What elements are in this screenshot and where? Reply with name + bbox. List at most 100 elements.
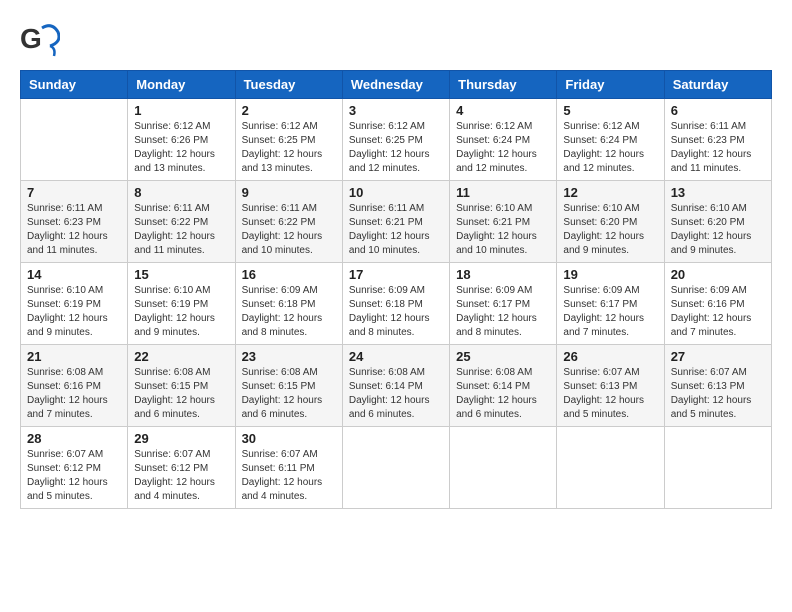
- day-info: Sunrise: 6:11 AM Sunset: 6:22 PM Dayligh…: [242, 202, 336, 258]
- page-header: G: [20, 20, 772, 60]
- calendar-day-cell: 20 Sunrise: 6:09 AM Sunset: 6:16 PM Dayli…: [664, 263, 771, 345]
- empty-cell: [450, 427, 557, 509]
- day-number: 6: [671, 103, 765, 118]
- calendar-day-cell: 3 Sunrise: 6:12 AM Sunset: 6:25 PM Daylig…: [342, 99, 449, 181]
- day-number: 30: [242, 431, 336, 446]
- svg-text:G: G: [20, 23, 42, 54]
- calendar-day-cell: 15 Sunrise: 6:10 AM Sunset: 6:19 PM Dayli…: [128, 263, 235, 345]
- day-number: 1: [134, 103, 228, 118]
- day-info: Sunrise: 6:08 AM Sunset: 6:15 PM Dayligh…: [134, 366, 228, 422]
- day-number: 25: [456, 349, 550, 364]
- day-info: Sunrise: 6:07 AM Sunset: 6:13 PM Dayligh…: [671, 366, 765, 422]
- header-sunday: Sunday: [21, 71, 128, 99]
- header-monday: Monday: [128, 71, 235, 99]
- day-number: 4: [456, 103, 550, 118]
- day-number: 28: [27, 431, 121, 446]
- calendar-day-cell: 30 Sunrise: 6:07 AM Sunset: 6:11 PM Dayli…: [235, 427, 342, 509]
- day-info: Sunrise: 6:08 AM Sunset: 6:16 PM Dayligh…: [27, 366, 121, 422]
- day-number: 23: [242, 349, 336, 364]
- day-info: Sunrise: 6:10 AM Sunset: 6:19 PM Dayligh…: [27, 284, 121, 340]
- day-number: 21: [27, 349, 121, 364]
- day-number: 14: [27, 267, 121, 282]
- day-number: 22: [134, 349, 228, 364]
- calendar-day-cell: 19 Sunrise: 6:09 AM Sunset: 6:17 PM Dayli…: [557, 263, 664, 345]
- calendar-day-cell: 14 Sunrise: 6:10 AM Sunset: 6:19 PM Dayli…: [21, 263, 128, 345]
- day-info: Sunrise: 6:07 AM Sunset: 6:12 PM Dayligh…: [134, 448, 228, 504]
- day-info: Sunrise: 6:09 AM Sunset: 6:18 PM Dayligh…: [242, 284, 336, 340]
- calendar-day-cell: 16 Sunrise: 6:09 AM Sunset: 6:18 PM Dayli…: [235, 263, 342, 345]
- day-info: Sunrise: 6:09 AM Sunset: 6:16 PM Dayligh…: [671, 284, 765, 340]
- day-info: Sunrise: 6:07 AM Sunset: 6:11 PM Dayligh…: [242, 448, 336, 504]
- calendar-day-cell: 22 Sunrise: 6:08 AM Sunset: 6:15 PM Dayli…: [128, 345, 235, 427]
- day-info: Sunrise: 6:08 AM Sunset: 6:15 PM Dayligh…: [242, 366, 336, 422]
- day-info: Sunrise: 6:12 AM Sunset: 6:24 PM Dayligh…: [456, 120, 550, 176]
- calendar-week-row: 14 Sunrise: 6:10 AM Sunset: 6:19 PM Dayli…: [21, 263, 772, 345]
- day-number: 19: [563, 267, 657, 282]
- calendar-week-row: 28 Sunrise: 6:07 AM Sunset: 6:12 PM Dayli…: [21, 427, 772, 509]
- calendar-header-row: SundayMondayTuesdayWednesdayThursdayFrid…: [21, 71, 772, 99]
- calendar-day-cell: 28 Sunrise: 6:07 AM Sunset: 6:12 PM Dayli…: [21, 427, 128, 509]
- day-info: Sunrise: 6:09 AM Sunset: 6:17 PM Dayligh…: [563, 284, 657, 340]
- day-info: Sunrise: 6:10 AM Sunset: 6:21 PM Dayligh…: [456, 202, 550, 258]
- header-thursday: Thursday: [450, 71, 557, 99]
- day-info: Sunrise: 6:10 AM Sunset: 6:19 PM Dayligh…: [134, 284, 228, 340]
- header-friday: Friday: [557, 71, 664, 99]
- calendar-day-cell: 6 Sunrise: 6:11 AM Sunset: 6:23 PM Daylig…: [664, 99, 771, 181]
- calendar-day-cell: 26 Sunrise: 6:07 AM Sunset: 6:13 PM Dayli…: [557, 345, 664, 427]
- empty-cell: [557, 427, 664, 509]
- day-number: 8: [134, 185, 228, 200]
- header-tuesday: Tuesday: [235, 71, 342, 99]
- day-number: 3: [349, 103, 443, 118]
- calendar-day-cell: 2 Sunrise: 6:12 AM Sunset: 6:25 PM Daylig…: [235, 99, 342, 181]
- header-wednesday: Wednesday: [342, 71, 449, 99]
- calendar-day-cell: 18Sunrise: 6:09 AM Sunset: 6:17 PM Dayli…: [450, 263, 557, 345]
- day-number: 12: [563, 185, 657, 200]
- logo-icon: G: [20, 20, 60, 60]
- day-info: Sunrise: 6:10 AM Sunset: 6:20 PM Dayligh…: [563, 202, 657, 258]
- day-info: Sunrise: 6:11 AM Sunset: 6:23 PM Dayligh…: [671, 120, 765, 176]
- calendar-week-row: 7 Sunrise: 6:11 AM Sunset: 6:23 PM Daylig…: [21, 181, 772, 263]
- day-number: 17: [349, 267, 443, 282]
- day-number: 10: [349, 185, 443, 200]
- day-info: Sunrise: 6:11 AM Sunset: 6:23 PM Dayligh…: [27, 202, 121, 258]
- day-number: 24: [349, 349, 443, 364]
- day-info: Sunrise: 6:07 AM Sunset: 6:13 PM Dayligh…: [563, 366, 657, 422]
- calendar-table: SundayMondayTuesdayWednesdayThursdayFrid…: [20, 70, 772, 509]
- day-number: 18: [456, 267, 550, 282]
- day-number: 7: [27, 185, 121, 200]
- calendar-day-cell: 8Sunrise: 6:11 AM Sunset: 6:22 PM Daylig…: [128, 181, 235, 263]
- day-number: 13: [671, 185, 765, 200]
- calendar-day-cell: 17 Sunrise: 6:09 AM Sunset: 6:18 PM Dayli…: [342, 263, 449, 345]
- day-info: Sunrise: 6:12 AM Sunset: 6:26 PM Dayligh…: [134, 120, 228, 176]
- empty-cell: [21, 99, 128, 181]
- day-info: Sunrise: 6:12 AM Sunset: 6:25 PM Dayligh…: [242, 120, 336, 176]
- day-info: Sunrise: 6:10 AM Sunset: 6:20 PM Dayligh…: [671, 202, 765, 258]
- calendar-day-cell: 27Sunrise: 6:07 AM Sunset: 6:13 PM Dayli…: [664, 345, 771, 427]
- calendar-day-cell: 24 Sunrise: 6:08 AM Sunset: 6:14 PM Dayli…: [342, 345, 449, 427]
- day-number: 15: [134, 267, 228, 282]
- day-number: 5: [563, 103, 657, 118]
- empty-cell: [342, 427, 449, 509]
- calendar-day-cell: 5Sunrise: 6:12 AM Sunset: 6:24 PM Daylig…: [557, 99, 664, 181]
- header-saturday: Saturday: [664, 71, 771, 99]
- day-info: Sunrise: 6:11 AM Sunset: 6:21 PM Dayligh…: [349, 202, 443, 258]
- day-info: Sunrise: 6:07 AM Sunset: 6:12 PM Dayligh…: [27, 448, 121, 504]
- calendar-day-cell: 7 Sunrise: 6:11 AM Sunset: 6:23 PM Daylig…: [21, 181, 128, 263]
- calendar-day-cell: 25Sunrise: 6:08 AM Sunset: 6:14 PM Dayli…: [450, 345, 557, 427]
- calendar-day-cell: 23 Sunrise: 6:08 AM Sunset: 6:15 PM Dayli…: [235, 345, 342, 427]
- day-info: Sunrise: 6:12 AM Sunset: 6:25 PM Dayligh…: [349, 120, 443, 176]
- day-number: 26: [563, 349, 657, 364]
- day-info: Sunrise: 6:08 AM Sunset: 6:14 PM Dayligh…: [349, 366, 443, 422]
- calendar-day-cell: 4 Sunrise: 6:12 AM Sunset: 6:24 PM Daylig…: [450, 99, 557, 181]
- calendar-day-cell: 12 Sunrise: 6:10 AM Sunset: 6:20 PM Dayli…: [557, 181, 664, 263]
- day-number: 16: [242, 267, 336, 282]
- calendar-day-cell: 21 Sunrise: 6:08 AM Sunset: 6:16 PM Dayli…: [21, 345, 128, 427]
- calendar-day-cell: 1 Sunrise: 6:12 AM Sunset: 6:26 PM Daylig…: [128, 99, 235, 181]
- day-number: 11: [456, 185, 550, 200]
- day-info: Sunrise: 6:09 AM Sunset: 6:18 PM Dayligh…: [349, 284, 443, 340]
- day-number: 2: [242, 103, 336, 118]
- calendar-week-row: 1 Sunrise: 6:12 AM Sunset: 6:26 PM Daylig…: [21, 99, 772, 181]
- empty-cell: [664, 427, 771, 509]
- day-number: 29: [134, 431, 228, 446]
- day-number: 20: [671, 267, 765, 282]
